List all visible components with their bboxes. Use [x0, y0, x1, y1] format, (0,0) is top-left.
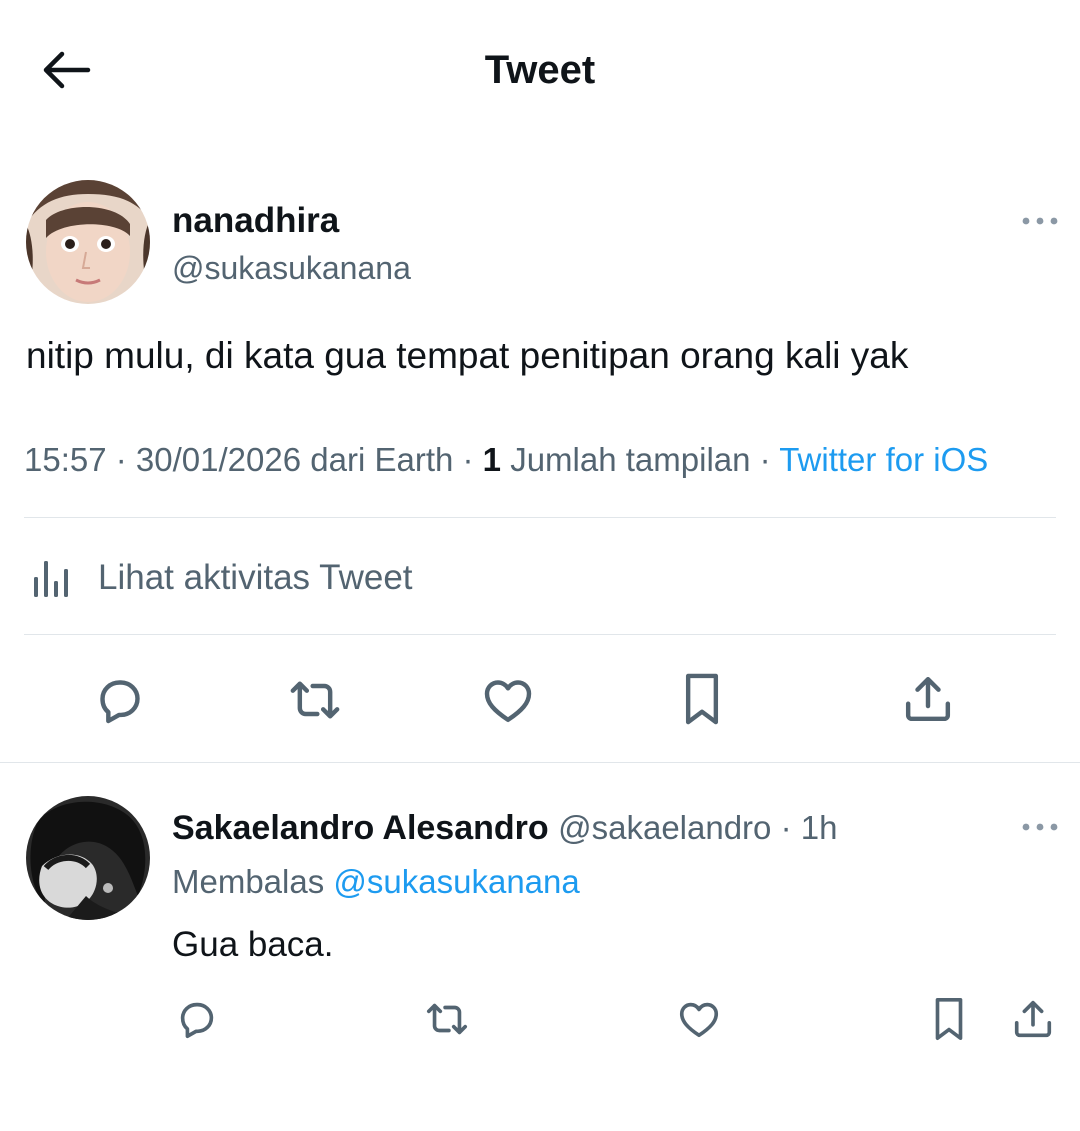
replying-prefix: Membalas	[172, 863, 325, 900]
page-title: Tweet	[484, 48, 596, 92]
more-options-button[interactable]	[1016, 206, 1064, 236]
tweet-activity-label: Lihat aktivitas Tweet	[98, 558, 413, 597]
tweet-location: dari Earth	[310, 441, 454, 478]
analytics-icon	[34, 561, 68, 597]
views-label: Jumlah tampilan	[510, 441, 751, 478]
retweet-button[interactable]	[282, 668, 348, 732]
bookmark-button[interactable]	[670, 666, 734, 732]
heart-icon	[679, 1002, 719, 1038]
reply-button[interactable]	[88, 668, 152, 732]
views-count: 1	[482, 441, 502, 478]
avatar-photo	[26, 180, 150, 304]
heart-icon	[484, 680, 532, 723]
reply-bookmark-button[interactable]	[924, 992, 974, 1046]
like-button[interactable]	[476, 668, 540, 732]
reply-header: Sakaelandro Alesandro @sakaelandro · 1h	[172, 809, 838, 847]
reply-icon	[100, 680, 140, 724]
retweet-icon	[290, 681, 340, 719]
retweet-icon	[426, 1003, 468, 1035]
avatar-photo	[26, 796, 150, 920]
tweet-time: 15:57	[24, 441, 107, 478]
tweet-meta: 15:57 · 30/01/2026 dari Earth · 1 Jumlah…	[24, 441, 989, 478]
author-avatar[interactable]	[26, 180, 150, 304]
bookmark-icon	[935, 998, 963, 1040]
reply-author-display-name[interactable]: Sakaelandro Alesandro	[172, 809, 549, 847]
share-icon	[1014, 1000, 1052, 1038]
more-dots-icon	[1022, 217, 1058, 225]
more-dots-icon	[1022, 823, 1058, 831]
divider	[24, 634, 1056, 635]
author-handle[interactable]: @sukasukanana	[172, 248, 411, 288]
share-button[interactable]	[896, 666, 960, 732]
reply-icon	[180, 1002, 214, 1039]
tweet-date: 30/01/2026	[135, 441, 302, 478]
tweet-text: nitip mulu, di kata gua tempat penitipan…	[26, 335, 909, 376]
author-display-name[interactable]: nanadhira	[172, 200, 339, 242]
reply-reply-button[interactable]	[172, 994, 222, 1044]
tweet-source-link[interactable]: Twitter for iOS	[779, 441, 988, 478]
reply-like-button[interactable]	[674, 994, 724, 1044]
divider	[24, 517, 1056, 518]
reply-share-button[interactable]	[1008, 992, 1058, 1046]
reply-author-avatar[interactable]	[26, 796, 150, 920]
share-icon	[905, 676, 951, 722]
reply-text: Gua baca.	[172, 925, 334, 964]
reply-author-handle[interactable]: @sakaelandro	[558, 809, 771, 846]
tweet-activity-button[interactable]: Lihat aktivitas Tweet	[24, 552, 544, 604]
replying-to-line: Membalas @sukasukanana	[172, 860, 580, 904]
reply-more-options-button[interactable]	[1016, 812, 1064, 842]
replying-to-handle[interactable]: @sukasukanana	[333, 863, 579, 900]
bookmark-icon	[685, 673, 719, 725]
reply-timestamp[interactable]: 1h	[801, 809, 838, 846]
reply-retweet-button[interactable]	[420, 994, 474, 1044]
divider	[0, 762, 1080, 763]
